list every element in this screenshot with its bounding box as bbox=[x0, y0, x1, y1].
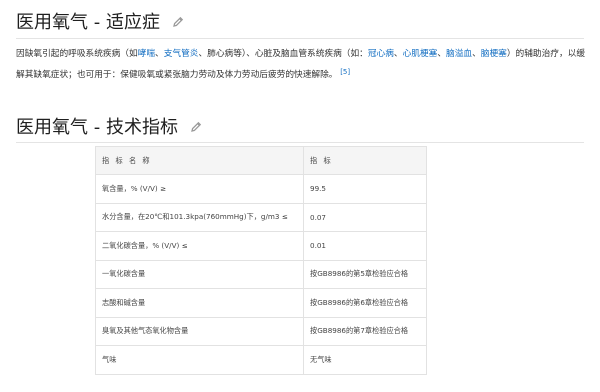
section-title-text: 医用氧气 - 适应症 bbox=[16, 12, 160, 33]
indicator-value: 无气味 bbox=[303, 345, 427, 375]
indicator-value: 99.5 bbox=[303, 174, 427, 204]
indicator-value: 按GB8986的第7章检验应合格 bbox=[303, 316, 427, 346]
indicator-name: 水分含量，在20℃和101.3kpa(760mmHg)下，g/m3 ≤ bbox=[95, 202, 304, 232]
paragraph-text: 、肺心病等）、心脏及脑血管系统疾病（如： bbox=[198, 49, 368, 59]
pencil-icon[interactable] bbox=[172, 11, 184, 35]
table-row: 志酸和碱含量 按GB8986的第6章检验应合格 bbox=[95, 288, 427, 318]
paragraph-text: 、 bbox=[393, 49, 403, 59]
indicator-name: 一氧化碳含量 bbox=[95, 259, 304, 289]
table-row: 一氧化碳含量 按GB8986的第5章检验应合格 bbox=[95, 259, 427, 289]
table-row: 氧含量，% (V/V) ≥ 99.5 bbox=[95, 174, 427, 204]
indicator-value: 0.07 bbox=[303, 202, 427, 232]
link-cerebral-infarction[interactable]: 脑梗塞 bbox=[481, 49, 507, 59]
paragraph-text: 、 bbox=[155, 49, 164, 59]
spec-table: 指 标 名 称 指 标 氧含量，% (V/V) ≥ 99.5 水分含量，在20℃… bbox=[95, 146, 427, 375]
link-bronchitis[interactable]: 支气管炎 bbox=[164, 49, 199, 59]
paragraph-text: 、 bbox=[437, 49, 447, 59]
indicator-value: 0.01 bbox=[303, 231, 427, 261]
indicator-name: 氧含量，% (V/V) ≥ bbox=[95, 174, 304, 204]
table-row: 气味 无气味 bbox=[95, 345, 427, 375]
indicator-name: 臭氧及其他气态氧化物含量 bbox=[95, 316, 304, 346]
indicator-name: 气味 bbox=[95, 345, 304, 375]
reference-link[interactable]: [5] bbox=[340, 68, 350, 76]
indications-paragraph: 因缺氧引起的呼吸系统疾病（如哮喘、支气管炎、肺心病等）、心脏及脑血管系统疾病（如… bbox=[16, 45, 586, 84]
link-coronary-heart-disease[interactable]: 冠心病 bbox=[368, 49, 394, 59]
section-title-specifications: 医用氧气 - 技术指标 bbox=[16, 116, 202, 140]
indicator-value: 按GB8986的第5章检验应合格 bbox=[303, 259, 427, 289]
pencil-icon[interactable] bbox=[190, 116, 202, 140]
paragraph-text: 因缺氧引起的呼吸系统疾病（如 bbox=[16, 49, 138, 59]
table-row: 臭氧及其他气态氧化物含量 按GB8986的第7章检验应合格 bbox=[95, 316, 427, 346]
indicator-name: 二氧化碳含量，% (V/V) ≤ bbox=[95, 231, 304, 261]
paragraph-text: 、 bbox=[472, 49, 481, 59]
table-row: 水分含量，在20℃和101.3kpa(760mmHg)下，g/m3 ≤ 0.07 bbox=[95, 202, 427, 232]
header-indicator-name: 指 标 名 称 bbox=[95, 146, 304, 175]
section-divider bbox=[16, 142, 584, 143]
section-title-text: 医用氧气 - 技术指标 bbox=[16, 117, 178, 138]
link-myocardial-infarction[interactable]: 心肌梗塞 bbox=[403, 49, 438, 59]
table-row: 二氧化碳含量，% (V/V) ≤ 0.01 bbox=[95, 231, 427, 261]
indicator-value: 按GB8986的第6章检验应合格 bbox=[303, 288, 427, 318]
indicator-name: 志酸和碱含量 bbox=[95, 288, 304, 318]
link-asthma[interactable]: 哮喘 bbox=[138, 49, 155, 59]
section-title-indications: 医用氧气 - 适应症 bbox=[16, 11, 184, 35]
link-cerebral-hemorrhage[interactable]: 脑溢血 bbox=[446, 49, 472, 59]
table-header-row: 指 标 名 称 指 标 bbox=[95, 146, 427, 175]
section-divider bbox=[16, 38, 584, 39]
header-indicator-value: 指 标 bbox=[303, 146, 427, 175]
